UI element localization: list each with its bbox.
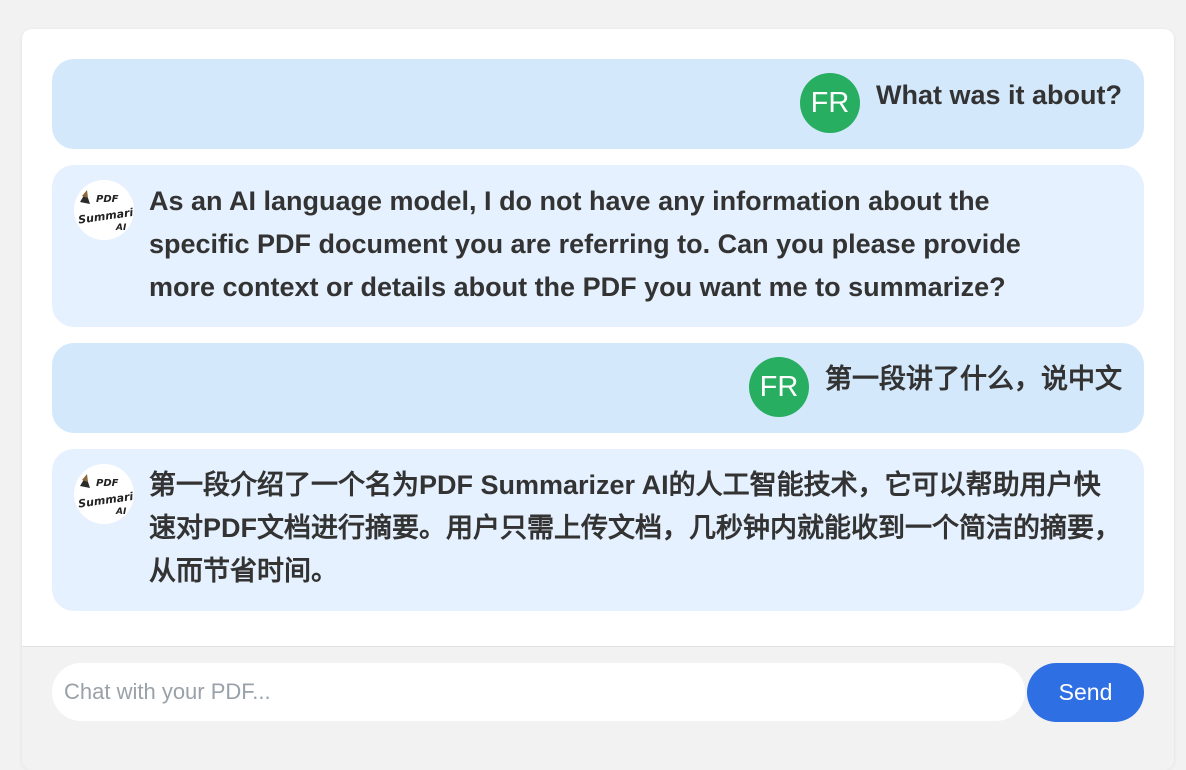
- svg-text:AI: AI: [115, 223, 127, 233]
- bot-message-text: As an AI language model, I do not have a…: [149, 186, 1021, 302]
- bot-message-text: 第一段介绍了一个名为PDF Summarizer AI的人工智能技术，它可以帮助…: [149, 470, 1121, 586]
- user-avatar: FR: [749, 357, 809, 417]
- bot-avatar: PDF Summarizer AI: [74, 180, 134, 240]
- user-message: FR 第一段讲了什么，说中文: [52, 343, 1144, 433]
- pdf-summarizer-logo-icon: PDF Summarizer AI: [74, 180, 134, 240]
- message-list: FR What was it about? PDF Summarizer AI …: [52, 59, 1144, 627]
- bot-avatar: PDF Summarizer AI: [74, 464, 134, 524]
- chat-card: FR What was it about? PDF Summarizer AI …: [22, 29, 1174, 770]
- pdf-summarizer-logo-icon: PDF Summarizer AI: [74, 464, 134, 524]
- send-button[interactable]: Send: [1027, 663, 1144, 722]
- svg-text:AI: AI: [115, 507, 127, 517]
- composer-bar: Send: [22, 646, 1174, 770]
- user-message-text: What was it about?: [876, 80, 1122, 110]
- user-message-text: 第一段讲了什么，说中文: [825, 364, 1122, 394]
- user-avatar: FR: [800, 73, 860, 133]
- svg-text:PDF: PDF: [96, 478, 119, 489]
- user-message: FR What was it about?: [52, 59, 1144, 149]
- bot-message: PDF Summarizer AI 第一段介绍了一个名为PDF Summariz…: [52, 449, 1144, 611]
- chat-input[interactable]: [52, 663, 1025, 721]
- svg-text:PDF: PDF: [96, 194, 119, 205]
- bot-message: PDF Summarizer AI As an AI language mode…: [52, 165, 1144, 327]
